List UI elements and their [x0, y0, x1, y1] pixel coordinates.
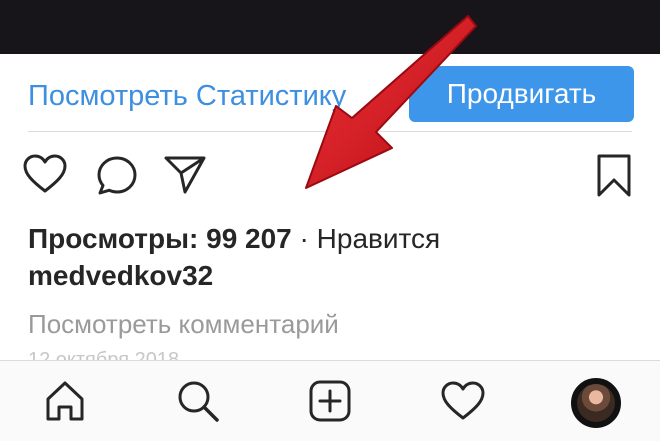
views-likes-line: Просмотры: 99 207 · Нравится	[28, 219, 440, 259]
view-comments-link[interactable]: Посмотреть комментарий	[28, 306, 339, 342]
search-icon[interactable]	[176, 379, 220, 423]
activity-heart-icon[interactable]	[440, 380, 486, 422]
username[interactable]: medvedkov32	[28, 258, 213, 294]
share-icon[interactable]	[163, 154, 207, 196]
home-icon[interactable]	[44, 379, 86, 423]
like-icon[interactable]	[22, 153, 68, 195]
avatar-photo	[577, 384, 615, 422]
views-count[interactable]: Просмотры: 99 207	[28, 223, 292, 254]
add-post-icon[interactable]	[308, 379, 352, 423]
annotation-arrow-icon	[290, 8, 480, 203]
bookmark-icon[interactable]	[596, 153, 632, 199]
profile-avatar[interactable]	[571, 378, 621, 428]
comment-icon[interactable]	[96, 155, 138, 197]
bottom-tab-bar	[0, 360, 660, 441]
likes-link[interactable]: Нравится	[317, 223, 441, 254]
separator: ·	[291, 223, 317, 254]
